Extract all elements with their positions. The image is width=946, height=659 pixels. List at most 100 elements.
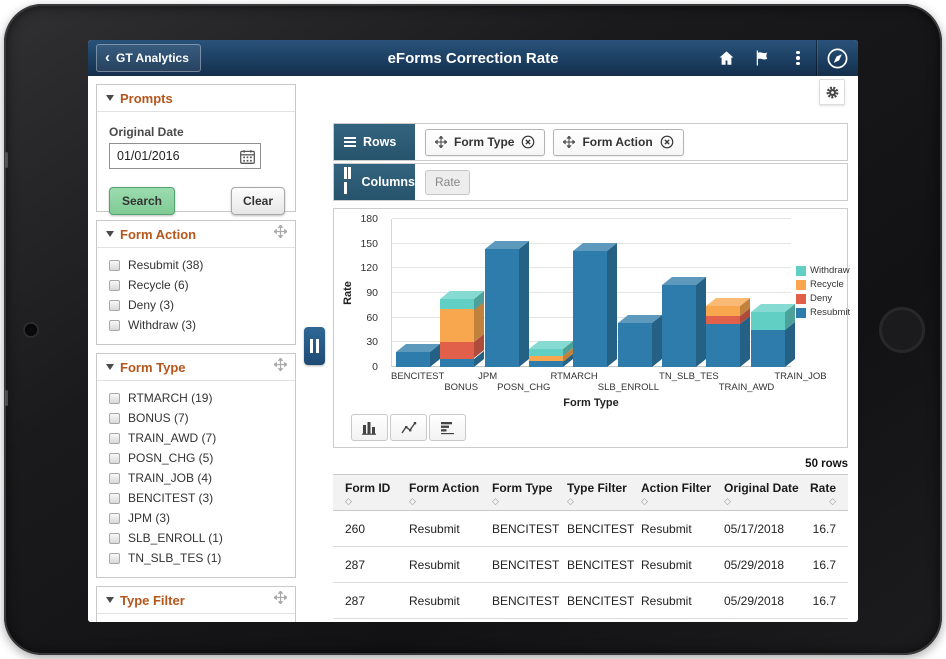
checkbox[interactable] [109,260,120,271]
move-cross-icon[interactable] [274,358,287,376]
checkbox[interactable] [109,280,120,291]
bar-segment-resubmit[interactable] [751,330,785,367]
legend-label: Resubmit [810,307,850,318]
checkbox[interactable] [109,473,120,484]
form-action-panel: Form Action Resubmit (38) [96,220,296,345]
y-tick-label: 0 [372,361,378,373]
checkbox[interactable] [109,320,120,331]
chart-legend: WithdrawRecycleDenyResubmit [796,265,850,321]
bar-segment-resubmit[interactable] [618,323,652,367]
x-tick-label: BENCITEST [391,371,444,393]
bar-JPM[interactable] [481,219,525,367]
bar-segment-recycle[interactable] [529,356,563,362]
type-filter-header[interactable]: Type Filter [97,587,295,614]
table-row: 260 Resubmit BENCITEST BENCITEST Resubmi… [333,511,848,547]
column-header[interactable]: Type Filter ◇ [555,475,629,511]
checkbox[interactable] [109,553,120,564]
checkbox[interactable] [109,513,120,524]
front-camera [25,324,37,336]
bar-TRAIN_AWD[interactable] [702,219,746,367]
bar-RTMARCH[interactable] [569,219,613,367]
pivot-row-chip[interactable]: Form Type [425,129,545,156]
bar-segment-deny[interactable] [440,342,474,358]
chart-type-buttons [351,414,466,441]
volume-button[interactable] [5,390,8,406]
bar-BONUS[interactable] [436,219,480,367]
bar-segment-resubmit[interactable] [396,352,430,367]
bar-segment-resubmit[interactable] [706,324,740,367]
original-date-input[interactable] [110,144,228,168]
filter-option-label: BONUS (7) [128,411,189,425]
prompts-header[interactable]: Prompts [97,85,295,112]
column-header[interactable]: Form Action ◇ [397,475,480,511]
sort-icon: ◇ [492,496,555,507]
bar-segment-resubmit[interactable] [440,359,474,367]
bar-segment-resubmit[interactable] [485,249,519,367]
bar-segment-withdraw[interactable] [751,312,785,330]
home-icon[interactable] [708,40,744,76]
chip-label: Form Type [454,135,514,149]
checkbox[interactable] [109,300,120,311]
pivot-row-chip[interactable]: Form Action [553,129,683,156]
form-action-header[interactable]: Form Action [97,221,295,248]
move-cross-icon[interactable] [274,591,287,609]
checkbox[interactable] [109,393,120,404]
pivot-column-chip[interactable]: Rate [425,170,470,195]
checkbox[interactable] [109,433,120,444]
bars-layer [392,219,791,367]
column-header[interactable]: Action Filter ◇ [629,475,712,511]
table-header-row: Form ID ◇ Form Action ◇ Form Type ◇ [333,475,848,511]
bar-BENCITEST[interactable] [392,219,436,367]
checkbox[interactable] [109,413,120,424]
kebab-menu-icon[interactable] [780,40,816,76]
search-button[interactable]: Search [109,187,175,215]
volume-button[interactable] [5,152,8,168]
checkbox[interactable] [109,533,120,544]
sort-icon: ◇ [807,496,836,507]
checkbox[interactable] [109,493,120,504]
gear-icon[interactable] [819,79,845,105]
column-header[interactable]: Form ID ◇ [333,475,397,511]
legend-item: Deny [796,293,850,304]
flag-icon[interactable] [744,40,780,76]
bar-segment-resubmit[interactable] [529,361,563,367]
bar-segment-recycle[interactable] [706,306,740,316]
hbar-chart-button[interactable] [429,414,466,441]
pivot-columns-bar: Columns Rate [333,163,848,201]
bar-segment-deny[interactable] [706,316,740,324]
circled-x-icon[interactable] [521,135,535,149]
line-chart-button[interactable] [390,414,427,441]
clear-button[interactable]: Clear [231,187,285,215]
columns-chip-zone: Rate [415,170,470,195]
back-button[interactable]: ‹ GT Analytics [96,44,201,72]
checkbox[interactable] [109,453,120,464]
navbar-compass-icon[interactable] [816,40,858,76]
bar-segment-resubmit[interactable] [573,251,607,367]
bar-segment-resubmit[interactable] [662,285,696,367]
calendar-icon[interactable] [239,148,256,170]
column-header[interactable]: Rate ◇ [807,475,848,511]
circled-x-icon[interactable] [660,135,674,149]
bar-chart-button[interactable] [351,414,388,441]
column-header[interactable]: Form Type ◇ [480,475,555,511]
bar-TRAIN_JOB[interactable] [747,219,791,367]
back-label: GT Analytics [116,51,189,65]
sort-icon: ◇ [567,496,629,507]
bar-TN_SLB_TES[interactable] [658,219,702,367]
column-header[interactable]: Original Date ◇ [712,475,807,511]
bar-POSN_CHG[interactable] [525,219,569,367]
collapse-triangle-icon [106,364,114,370]
filter-option-label: TN_SLB_TES (1) [128,551,221,565]
home-hardware-button[interactable] [879,307,925,353]
legend-item: Withdraw [796,265,850,276]
sort-icon: ◇ [345,496,397,507]
bar-segment-withdraw[interactable] [529,349,563,356]
bar-SLB_ENROLL[interactable] [614,219,658,367]
bar-segment-withdraw[interactable] [440,299,474,310]
collapse-triangle-icon [106,597,114,603]
move-cross-icon[interactable] [274,225,287,243]
sidebar-collapse-handle[interactable] [304,327,325,365]
bar-segment-recycle[interactable] [440,309,474,342]
legend-label: Withdraw [810,265,850,276]
form-type-header[interactable]: Form Type [97,354,295,381]
